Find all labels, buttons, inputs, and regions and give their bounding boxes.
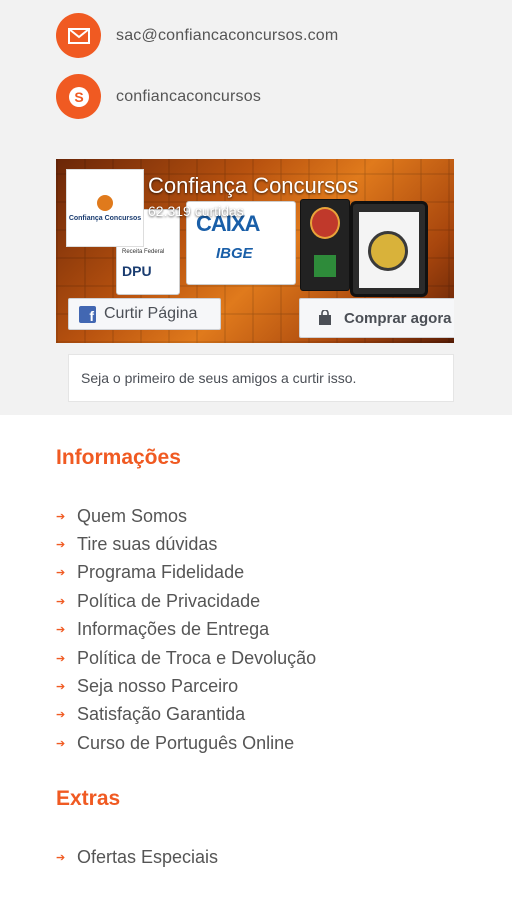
footer-link-label: Curso de Português Online [77,732,295,753]
contact-section: sac@confiancaconcursos.com S confiancaco… [0,0,512,415]
skype-contact[interactable]: S confiancaconcursos [56,74,261,119]
footer-link[interactable]: ➔ Quem Somos [56,502,316,530]
footer-link-label: Tire suas dúvidas [77,534,218,555]
footer-link-label: Satisfação Garantida [77,704,246,725]
arrow-right-icon: ➔ [56,624,66,637]
arrow-right-icon: ➔ [56,595,66,608]
footer-link-label: Ofertas Especiais [77,846,219,867]
skype-icon: S [56,74,101,119]
footer-link-label: Programa Fidelidade [77,562,245,583]
footer-link[interactable]: ➔ Ofertas Especiais [56,843,218,871]
shop-now-button[interactable]: Comprar agora [299,298,454,338]
email-link[interactable]: sac@confiancaconcursos.com [116,27,338,45]
like-button-label: Curtir Página [104,305,198,322]
footer-link[interactable]: ➔ Política de Troca e Devolução [56,644,316,672]
facebook-page-name[interactable]: Confiança Concursos [148,173,358,199]
badge-emblem-icon [310,207,340,239]
logo-mark-icon [97,194,113,211]
police-badge-icon [368,231,408,271]
arrow-right-icon: ➔ [56,737,66,750]
footer-link-label: Seja nosso Parceiro [77,676,239,697]
footer-link-label: Política de Privacidade [77,590,261,611]
extras-heading: Extras [56,787,121,810]
informacoes-list: ➔ Quem Somos ➔ Tire suas dúvidas ➔ Programa… [56,502,316,758]
logo-text: Confiança Concursos [68,214,142,222]
extras-list: ➔ Ofertas Especiais [56,843,218,871]
email-contact[interactable]: sac@confiancaconcursos.com [56,13,338,58]
arrow-right-icon: ➔ [56,851,66,864]
footer-link[interactable]: ➔ Curso de Português Online [56,729,316,757]
footer-link-label: Informações de Entrega [77,619,270,640]
facebook-cover-image[interactable]: Receita Federal DPU CAIXA IBGE Confiança… [56,159,454,343]
facebook-f-icon: f [79,305,96,323]
shop-button-label: Comprar agora [344,309,452,327]
arrow-right-icon: ➔ [56,567,66,580]
footer-link-label: Política de Troca e Devolução [77,647,317,668]
footer-link[interactable]: ➔ Satisfação Garantida [56,701,316,729]
cover-ibge-text: IBGE [216,245,253,262]
svg-text:S: S [74,89,83,105]
footer-link-label: Quem Somos [77,505,188,526]
arrow-right-icon: ➔ [56,681,66,694]
facebook-like-button[interactable]: f Curtir Página [68,298,221,330]
footer-link[interactable]: ➔ Política de Privacidade [56,587,316,615]
mail-icon [56,13,101,58]
skype-link[interactable]: confiancaconcursos [116,88,261,106]
page-logo[interactable]: Confiança Concursos [66,169,144,247]
friends-like-label: Seja o primeiro de seus amigos a curtir … [81,370,357,386]
arrow-right-icon: ➔ [56,510,66,523]
arrow-right-icon: ➔ [56,709,66,722]
footer-link[interactable]: ➔ Seja nosso Parceiro [56,672,316,700]
footer-link[interactable]: ➔ Informações de Entrega [56,616,316,644]
arrow-right-icon: ➔ [56,652,66,665]
facebook-page-widget: Receita Federal DPU CAIXA IBGE Confiança… [56,159,454,415]
footer-link[interactable]: ➔ Programa Fidelidade [56,559,316,587]
cover-dpu-text: DPU [122,263,152,279]
footer-link[interactable]: ➔ Tire suas dúvidas [56,530,316,558]
informacoes-heading: Informações [56,446,181,469]
facebook-like-count: 62.319 curtidas [148,203,244,219]
cover-receita-text: Receita Federal [122,249,165,255]
arrow-right-icon: ➔ [56,539,66,552]
shopping-bag-icon [319,310,331,325]
friends-like-text: Seja o primeiro de seus amigos a curtir … [68,354,454,402]
badge-cross-icon [314,255,336,277]
